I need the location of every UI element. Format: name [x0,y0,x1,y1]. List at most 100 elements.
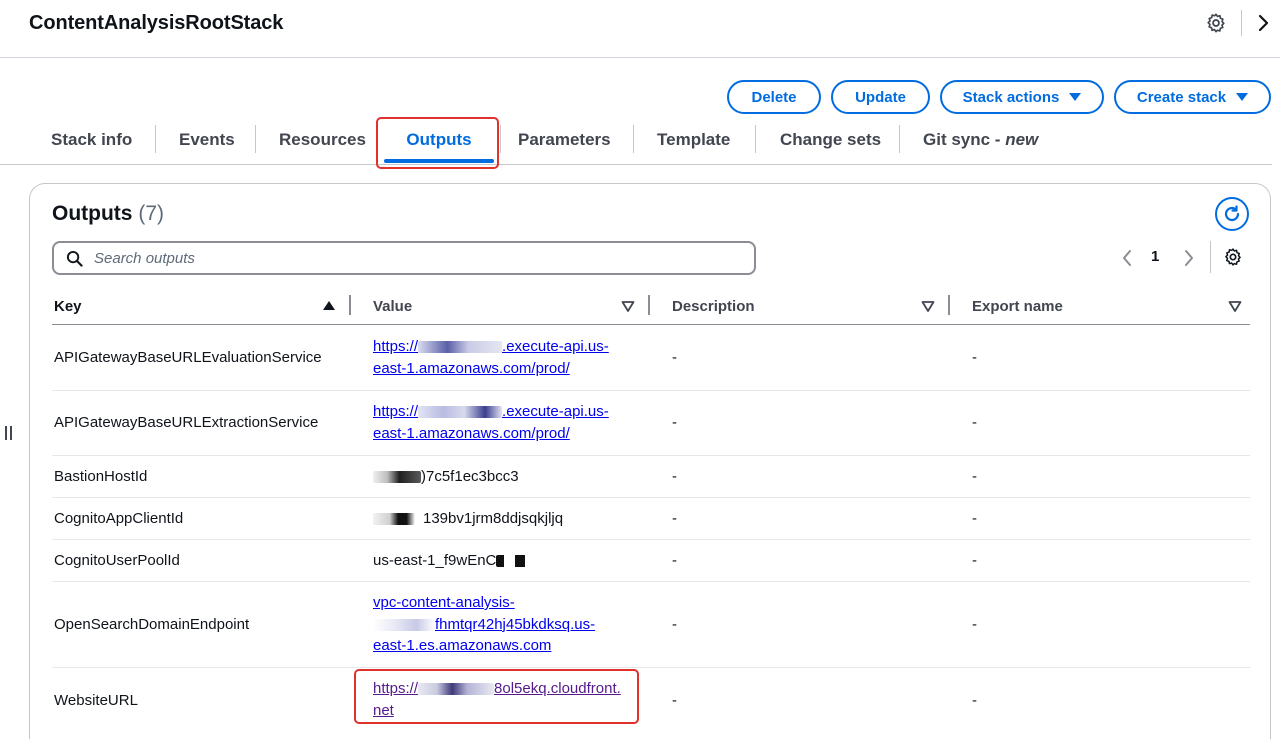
output-description: - [672,510,677,527]
tab-template[interactable]: Template [657,120,730,160]
delete-button[interactable]: Delete [727,80,821,114]
output-description: - [672,414,677,431]
output-description: - [672,552,677,569]
value-text: us-east-1_f9wEnC [373,552,497,569]
search-icon [66,250,83,267]
output-value-link[interactable]: https:// .execute-api.us-east-1.amazonaws… [373,338,609,377]
output-export-name: - [972,349,977,366]
output-value: )7c5f1ec3bcc3 [373,466,623,488]
chevron-right-icon[interactable] [1182,247,1196,269]
output-description: - [672,349,677,366]
output-key: CognitoAppClientId [54,510,184,527]
pager-divider [1210,241,1211,273]
tab-parameters[interactable]: Parameters [518,120,611,160]
tab-change-sets[interactable]: Change sets [780,120,881,160]
active-tab-indicator [384,159,494,163]
output-export-name: - [972,468,977,485]
update-button[interactable]: Update [831,80,930,114]
stack-actions-button[interactable]: Stack actions [940,80,1104,114]
tab-git-sync[interactable]: Git sync - new [923,120,1038,160]
chevron-left-icon[interactable] [1120,247,1134,269]
drag-handle-bar [5,426,7,440]
column-header-key[interactable]: Key [54,287,82,325]
table-row: APIGatewayBaseURLEvaluationService https… [52,326,1250,391]
refresh-button[interactable] [1215,197,1249,231]
tab-divider [155,125,156,153]
table-row: APIGatewayBaseURLExtractionService https… [52,391,1250,456]
column-divider[interactable] [349,295,351,315]
column-header-value[interactable]: Value [373,287,412,325]
link-text: east-1.amazonaws.com/prod/ [373,424,570,442]
gear-icon[interactable] [1223,247,1243,267]
output-value: us-east-1_f9wEnC [373,550,623,572]
redacted-text [373,513,415,526]
outputs-panel: Outputs (7) 1 Key Value Description [29,183,1271,739]
chevron-right-icon[interactable] [1256,13,1272,33]
drag-handle-bar [10,426,12,440]
redacted-text [418,683,495,696]
link-text: .execute-api.us- [502,403,609,420]
output-value-link[interactable]: https:// 8ol5ekq.cloudfront. net [373,680,621,719]
sort-ascending-icon[interactable] [322,299,336,313]
output-value: https:// 8ol5ekq.cloudfront. net [373,678,623,721]
caret-down-icon [1069,93,1082,101]
redacted-text [418,341,503,354]
link-text: east-1.es.amazonaws.com [373,637,552,654]
column-divider[interactable] [948,295,950,315]
value-text: 139bv1jrm8ddjsqkjljq [423,510,564,527]
link-text: fhmtqr42hj45bkdksq.us- [435,615,596,633]
link-text: net [373,701,394,719]
output-value-link[interactable]: https:// .execute-api.us-east-1.amazonaws… [373,403,609,442]
sort-icon[interactable] [1228,299,1242,313]
drag-handle-icon[interactable] [4,426,14,440]
table-row: CognitoUserPoolId us-east-1_f9wEnC - - [52,540,1250,582]
column-header-export-name[interactable]: Export name [972,287,1063,325]
output-key: BastionHostId [54,468,148,485]
sort-icon[interactable] [921,299,935,313]
output-key: APIGatewayBaseURLExtractionService [54,414,319,431]
output-description: - [672,468,677,485]
outputs-title: Outputs [52,202,133,225]
page-header: ContentAnalysisRootStack [0,0,1280,58]
page-title: ContentAnalysisRootStack [29,12,284,34]
tab-events[interactable]: Events [179,120,235,160]
output-export-name: - [972,510,977,527]
value-text: )7c5f1ec3bcc3 [421,468,519,485]
link-text: east-1.amazonaws.com/prod/ [373,359,570,377]
column-divider[interactable] [648,295,650,315]
output-value: 139bv1jrm8ddjsqkjljq [373,508,623,530]
search-input[interactable] [92,246,742,270]
output-key: OpenSearchDomainEndpoint [54,616,250,633]
output-export-name: - [972,414,977,431]
tab-divider [500,125,501,153]
tab-git-sync-label: Git sync - [923,130,1006,149]
sort-icon[interactable] [621,299,635,313]
refresh-icon [1224,205,1240,222]
tab-resources[interactable]: Resources [279,120,366,160]
output-export-name: - [972,616,977,633]
table-row: OpenSearchDomainEndpoint vpc-content-ana… [52,582,1250,668]
create-stack-label: Create stack [1136,88,1227,106]
output-value-link[interactable]: vpc-content-analysis-fhmtqr42hj45bkdksq.… [373,594,595,654]
redacted-text [373,471,421,484]
column-header-description[interactable]: Description [672,287,755,325]
gear-icon[interactable] [1205,12,1227,34]
tab-outputs[interactable]: Outputs [384,120,494,160]
redacted-text [496,555,529,568]
outputs-count: (7) [138,202,164,225]
output-value: https:// .execute-api.us-east-1.amazonaws… [373,336,623,379]
delete-button-label: Delete [751,88,797,106]
link-text: vpc-content-analysis- [373,594,515,611]
new-badge: new [1005,130,1039,149]
link-text: https:// [373,403,419,420]
create-stack-button[interactable]: Create stack [1114,80,1271,114]
tab-stack-info[interactable]: Stack info [51,120,132,160]
search-outputs-field[interactable] [52,241,756,275]
redacted-text [418,406,503,419]
link-text: .execute-api.us- [502,338,609,355]
page-number[interactable]: 1 [1151,248,1159,265]
output-export-name: - [972,692,977,709]
table-row: WebsiteURL https:// 8ol5ekq.cloudfront. ne… [52,668,1250,740]
output-value: vpc-content-analysis-fhmtqr42hj45bkdksq.… [373,592,623,657]
table-header: Key Value Description Export name [52,287,1250,325]
